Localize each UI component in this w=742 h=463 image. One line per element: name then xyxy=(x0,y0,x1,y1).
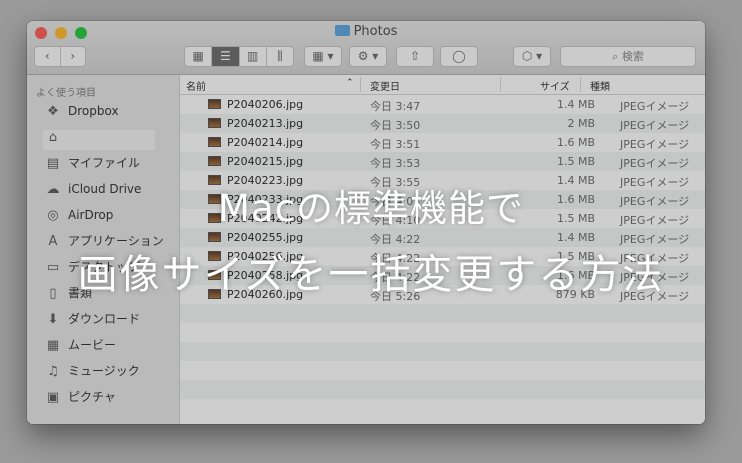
search-icon: ⌕ xyxy=(612,50,619,63)
file-kind: JPEGイメージ xyxy=(620,138,690,151)
file-size: 1.5 MB xyxy=(556,155,595,168)
action-gear-button[interactable]: ⚙ ▾ xyxy=(349,46,387,67)
sidebar-item-all-my-files[interactable]: ▤ マイファイル xyxy=(43,153,179,173)
movies-icon: ▦ xyxy=(46,338,60,353)
downloads-icon: ⬇ xyxy=(47,312,59,327)
empty-row xyxy=(180,304,705,323)
sidebar-item-home[interactable]: ⌂ xyxy=(43,127,179,147)
file-date: 今日 3:53 xyxy=(370,157,421,170)
sidebar-heading: よく使う項目 xyxy=(36,88,96,99)
arrange-button[interactable]: ▦ ▾ xyxy=(304,46,342,67)
empty-row xyxy=(180,342,705,361)
sidebar-item-pictures[interactable]: ▣ ピクチャ xyxy=(43,387,179,407)
list-view-button[interactable]: ☰ xyxy=(212,47,240,66)
file-kind: JPEGイメージ xyxy=(620,119,690,132)
column-divider[interactable] xyxy=(580,77,581,92)
column-size-header[interactable]: サイズ xyxy=(540,78,570,93)
sidebar-item-label: ピクチャ xyxy=(68,390,116,404)
sidebar-item-movies[interactable]: ▦ ムービー xyxy=(43,335,179,355)
file-kind: JPEGイメージ xyxy=(620,100,690,113)
column-header: 名前 ⌃ 変更日 サイズ 種類 xyxy=(180,75,705,95)
file-size: 1.4 MB xyxy=(556,98,595,111)
file-date: 今日 3:47 xyxy=(370,100,421,113)
empty-row xyxy=(180,323,705,342)
sidebar-item-music[interactable]: ♫ ミュージック xyxy=(43,361,179,381)
file-row[interactable]: P2040206.jpg 今日 3:47 1.4 MB JPEGイメージ xyxy=(180,95,705,114)
file-row[interactable]: P2040214.jpg 今日 3:51 1.6 MB JPEGイメージ xyxy=(180,133,705,152)
search-field[interactable]: ⌕ 検索 xyxy=(560,46,696,67)
column-name-header[interactable]: 名前 xyxy=(186,78,206,93)
sort-chevron-icon[interactable]: ⌃ xyxy=(346,78,354,88)
file-name: P2040214.jpg xyxy=(227,136,304,149)
column-divider[interactable] xyxy=(360,77,361,92)
jpeg-thumbnail-icon xyxy=(208,232,221,242)
file-row[interactable]: P2040213.jpg 今日 3:50 2 MB JPEGイメージ xyxy=(180,114,705,133)
file-date: 今日 3:50 xyxy=(370,119,421,132)
empty-row xyxy=(180,380,705,399)
column-view-button[interactable]: ▥ xyxy=(240,47,267,66)
forward-button[interactable]: › xyxy=(61,47,86,66)
file-row[interactable]: P2040215.jpg 今日 3:53 1.5 MB JPEGイメージ xyxy=(180,152,705,171)
empty-row xyxy=(180,361,705,380)
file-name: P2040213.jpg xyxy=(227,117,304,130)
column-kind-header[interactable]: 種類 xyxy=(590,78,610,93)
jpeg-thumbnail-icon xyxy=(208,118,221,128)
dropbox-toolbar-button[interactable]: ⬡ ▾ xyxy=(513,46,551,67)
icon-view-button[interactable]: ▦ xyxy=(185,47,213,66)
file-name: P2040206.jpg xyxy=(227,98,304,111)
folder-icon xyxy=(334,25,350,36)
dropbox-icon: ❖ xyxy=(47,104,59,119)
search-placeholder: 検索 xyxy=(621,50,644,63)
column-divider[interactable] xyxy=(500,77,501,92)
jpeg-thumbnail-icon xyxy=(208,156,221,166)
window-title: Photos xyxy=(27,24,705,39)
headline-line-1: Macの標準機能で xyxy=(218,187,524,230)
pictures-icon: ▣ xyxy=(46,390,60,405)
back-button[interactable]: ‹ xyxy=(35,47,61,66)
nav-buttons: ‹ › xyxy=(34,46,86,67)
file-size: 2 MB xyxy=(567,117,595,130)
column-date-header[interactable]: 変更日 xyxy=(370,78,400,93)
view-mode-control: ▦ ☰ ▥ ⫼ xyxy=(184,46,294,67)
titlebar: Photos ‹ › ▦ ☰ ▥ ⫼ ▦ ▾ ⚙ ▾ ⇧ ◯ ⬡ ▾ ⌕ 検索 xyxy=(27,21,705,75)
file-size: 1.6 MB xyxy=(556,136,595,149)
file-name: P2040215.jpg xyxy=(227,155,304,168)
coverflow-view-button[interactable]: ⫼ xyxy=(267,47,293,66)
music-icon: ♫ xyxy=(47,364,59,379)
sidebar-item-downloads[interactable]: ⬇ ダウンロード xyxy=(43,309,179,329)
file-kind: JPEGイメージ xyxy=(620,157,690,170)
tag-button[interactable]: ◯ xyxy=(440,46,478,67)
headline-line-2: 画像サイズを一括変更する方法 xyxy=(77,252,665,298)
sidebar-item-dropbox[interactable]: ❖ Dropbox xyxy=(43,101,179,121)
all-my-files-icon: ▤ xyxy=(46,156,60,171)
sidebar-item-label: ムービー xyxy=(68,338,117,352)
share-button[interactable]: ⇧ xyxy=(396,46,434,67)
sidebar-item-label: Dropbox xyxy=(68,104,119,118)
empty-row xyxy=(180,399,705,418)
sidebar-item-label: ダウンロード xyxy=(68,312,141,326)
sidebar-item-label: ミュージック xyxy=(68,364,140,378)
file-date: 今日 3:51 xyxy=(370,138,421,151)
jpeg-thumbnail-icon xyxy=(208,137,221,147)
jpeg-thumbnail-icon xyxy=(208,99,221,109)
home-icon: ⌂ xyxy=(48,130,58,145)
sidebar-item-label: マイファイル xyxy=(68,156,141,170)
